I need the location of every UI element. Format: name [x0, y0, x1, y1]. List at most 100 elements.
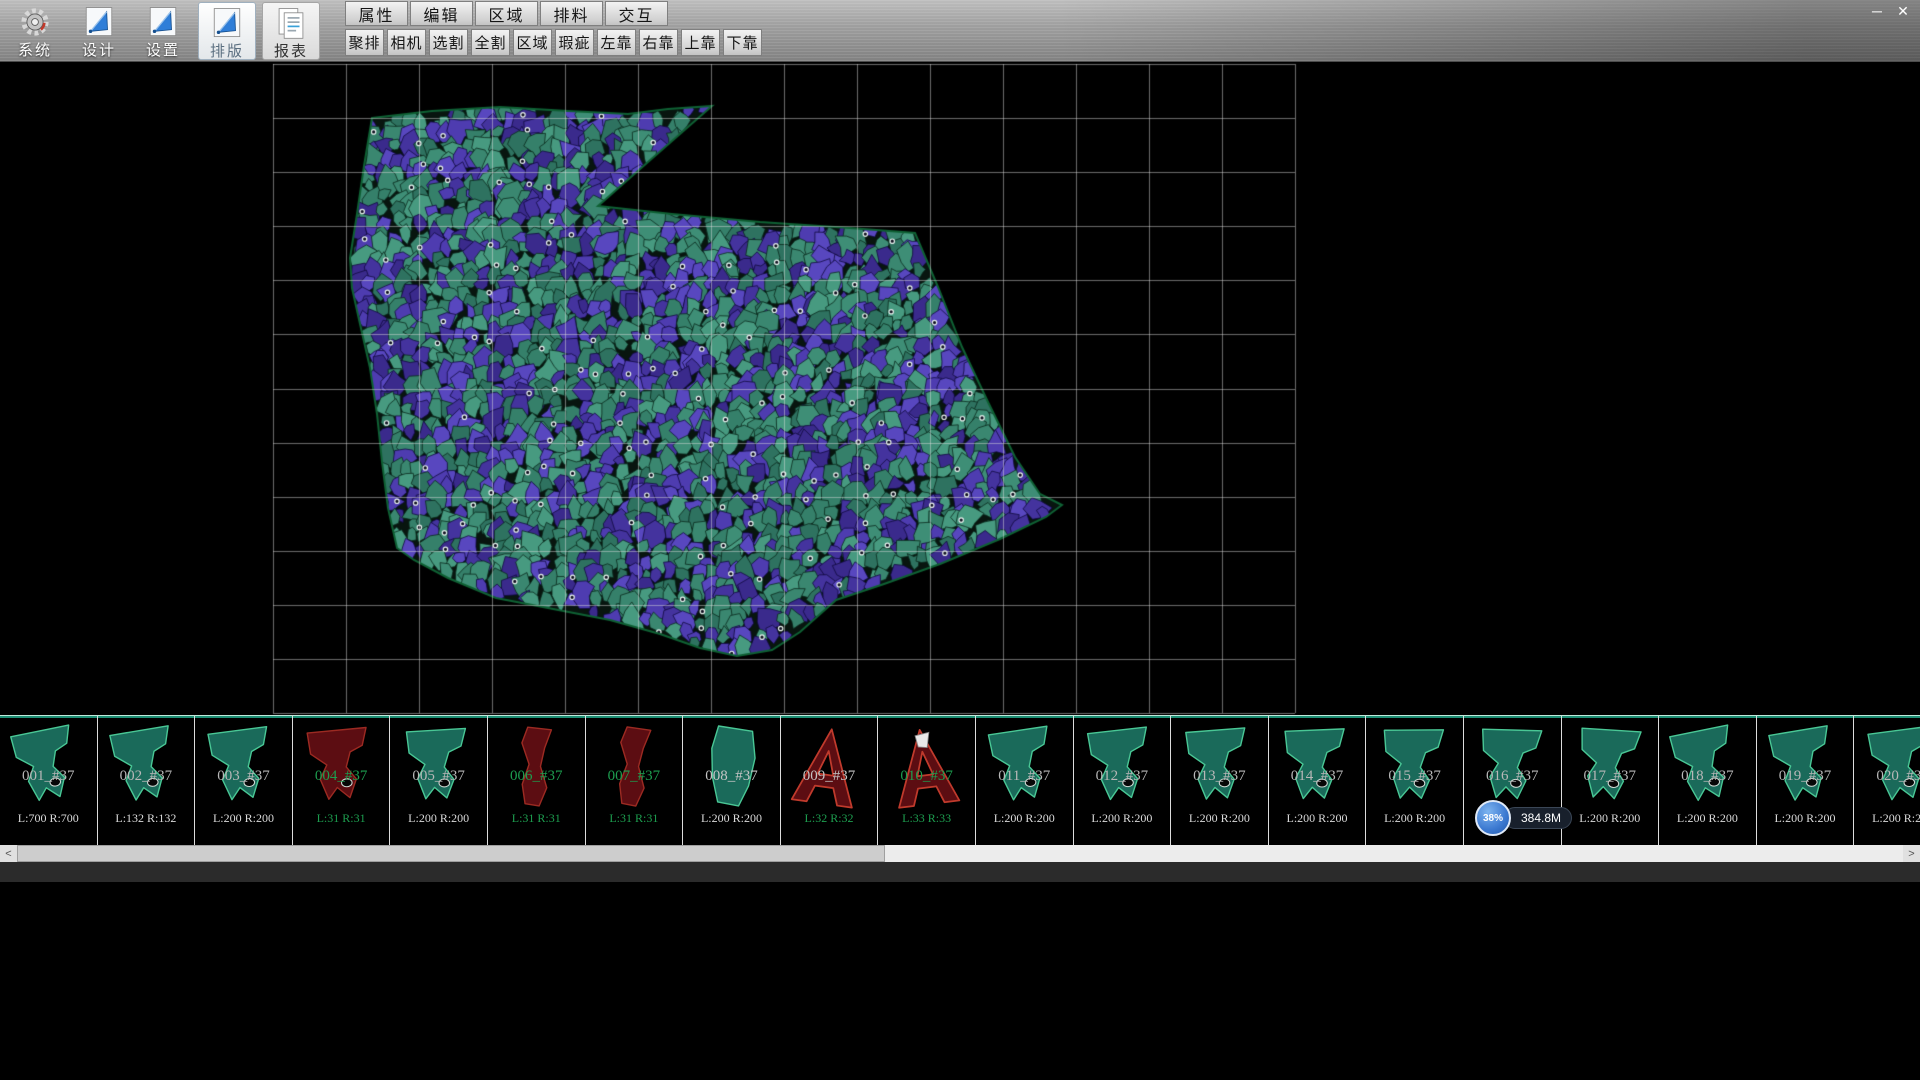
toolbar: 系统设计设置排版报表 属性编辑区域排料交互 聚排相机选割全割区域瑕疵左靠右靠上靠… [0, 0, 1920, 62]
app-button-report[interactable]: 报表 [262, 2, 320, 60]
thumbnail-001_#37[interactable]: 001_#37L:700 R:700 [0, 716, 98, 845]
tool-button-region[interactable]: 区域 [513, 29, 552, 56]
tool-button-camera[interactable]: 相机 [387, 29, 426, 56]
piece-label: 007_#37 [586, 768, 683, 785]
scroll-left-arrow[interactable]: < [0, 845, 17, 862]
piece-lr-values: L:200 R:200 [1757, 811, 1854, 826]
piece-lr-values: L:132 R:132 [98, 811, 195, 826]
nesting-canvas[interactable] [0, 62, 1920, 715]
piece-lr-values: L:200 R:200 [1562, 811, 1659, 826]
menu-tab-edit[interactable]: 编辑 [410, 1, 473, 26]
tool-button-cluster-nest[interactable]: 聚排 [345, 29, 384, 56]
piece-label: 003_#37 [195, 768, 292, 785]
app-button-design[interactable]: 设计 [70, 2, 128, 60]
window-controls: ─ ✕ [1864, 0, 1916, 22]
piece-label: 004_#37 [293, 768, 390, 785]
bottom-status-strip [0, 862, 1920, 882]
piece-lr-values: L:200 R:200 [1366, 811, 1463, 826]
thumbnail-009_#37[interactable]: 009_#37 L:32 R:32 [781, 716, 879, 845]
tool-button-align-right[interactable]: 右靠 [639, 29, 678, 56]
piece-lr-values: L:32 R:32 [781, 811, 878, 826]
thumbnail-005_#37[interactable]: 005_#37L:200 R:200 [390, 716, 488, 845]
tool-button-align-top[interactable]: 上靠 [681, 29, 720, 56]
horizontal-scrollbar: < > [0, 845, 1920, 862]
piece-label: 010_#37 [878, 768, 975, 785]
app-button-system[interactable]: 系统 [6, 2, 64, 60]
piece-label: 016_#37 [1464, 768, 1561, 785]
piece-lr-values: L:31 R:31 [488, 811, 585, 826]
menu-tab-nesting[interactable]: 排料 [540, 1, 603, 26]
settings-icon [146, 5, 180, 39]
piece-label: 006_#37 [488, 768, 585, 785]
close-button[interactable]: ✕ [1890, 0, 1916, 22]
app-button-layout[interactable]: 排版 [198, 2, 256, 60]
app-button-label: 设置 [146, 39, 180, 60]
canvas-area [0, 62, 1920, 715]
thumbnail-008_#37[interactable]: 008_#37L:200 R:200 [683, 716, 781, 845]
piece-lr-values: L:200 R:200 [1854, 811, 1920, 826]
report-icon [274, 6, 308, 40]
thumbnail-006_#37[interactable]: 006_#37 L:31 R:31 [488, 716, 586, 845]
thumbnail-002_#37[interactable]: 002_#37 L:132 R:132 [98, 716, 196, 845]
design-icon [82, 5, 116, 39]
thumbnail-012_#37[interactable]: 012_#37 L:200 R:200 [1074, 716, 1172, 845]
piece-lr-values: L:200 R:200 [683, 811, 780, 826]
tool-button-cut-all[interactable]: 全割 [471, 29, 510, 56]
thumbnail-019_#37[interactable]: 019_#37 L:200 R:200 [1757, 716, 1855, 845]
thumbnail-010_#37[interactable]: 010_#37 L:33 R:33 [878, 716, 976, 845]
app-button-label: 排版 [210, 40, 244, 61]
piece-lr-values: L:700 R:700 [0, 811, 97, 826]
tool-button-align-bottom[interactable]: 下靠 [723, 29, 762, 56]
thumbnail-011_#37[interactable]: 011_#37 L:200 R:200 [976, 716, 1074, 845]
piece-label: 020_#37 [1854, 768, 1920, 785]
thumbnail-017_#37[interactable]: 017_#37 L:200 R:200 [1562, 716, 1660, 845]
thumbnail-018_#37[interactable]: 018_#37L:200 R:200 [1659, 716, 1757, 845]
menu-tab-properties[interactable]: 属性 [345, 1, 408, 26]
piece-label: 014_#37 [1269, 768, 1366, 785]
tool-button-defect[interactable]: 瑕疵 [555, 29, 594, 56]
piece-label: 002_#37 [98, 768, 195, 785]
scroll-right-arrow[interactable]: > [1903, 845, 1920, 862]
app-buttons: 系统设计设置 排版 报表 [6, 2, 320, 60]
piece-lr-values: L:200 R:200 [1269, 811, 1366, 826]
piece-thumbnail-strip: 38% 384.8M 001_#37L:700 R:700002_#37 L:13… [0, 715, 1920, 845]
piece-lr-values: L:200 R:200 [976, 811, 1073, 826]
thumbnail-004_#37[interactable]: 004_#37 L:31 R:31 [293, 716, 391, 845]
application-window: 系统设计设置排版报表 属性编辑区域排料交互 聚排相机选割全割区域瑕疵左靠右靠上靠… [0, 0, 1920, 882]
piece-lr-values: L:31 R:31 [586, 811, 683, 826]
piece-lr-values: L:31 R:31 [293, 811, 390, 826]
piece-lr-values: L:200 R:200 [195, 811, 292, 826]
thumbnail-013_#37[interactable]: 013_#37L:200 R:200 [1171, 716, 1269, 845]
piece-label: 019_#37 [1757, 768, 1854, 785]
piece-lr-values: L:200 R:200 [1171, 811, 1268, 826]
piece-label: 017_#37 [1562, 768, 1659, 785]
thumbnail-014_#37[interactable]: 014_#37 L:200 R:200 [1269, 716, 1367, 845]
thumbnail-003_#37[interactable]: 003_#37 L:200 R:200 [195, 716, 293, 845]
tool-button-select-cut[interactable]: 选割 [429, 29, 468, 56]
tool-button-row: 聚排相机选割全割区域瑕疵左靠右靠上靠下靠 [345, 29, 762, 56]
gear-icon [18, 5, 52, 39]
memory-indicator: 384.8M [1504, 807, 1572, 829]
piece-label: 012_#37 [1074, 768, 1171, 785]
piece-label: 011_#37 [976, 768, 1073, 785]
piece-label: 009_#37 [781, 768, 878, 785]
scrollbar-thumb[interactable] [17, 845, 885, 862]
piece-lr-values: L:200 R:200 [1074, 811, 1171, 826]
piece-lr-values: L:33 R:33 [878, 811, 975, 826]
app-button-label: 系统 [18, 39, 52, 60]
tool-button-align-left[interactable]: 左靠 [597, 29, 636, 56]
thumbnail-020_#37[interactable]: 020_#37 L:200 R:200 [1854, 716, 1920, 845]
scrollbar-track[interactable] [17, 845, 1903, 862]
piece-label: 015_#37 [1366, 768, 1463, 785]
thumbnail-015_#37[interactable]: 015_#37 L:200 R:200 [1366, 716, 1464, 845]
menu-tab-region[interactable]: 区域 [475, 1, 538, 26]
progress-badge: 38% [1475, 800, 1511, 836]
app-button-settings[interactable]: 设置 [134, 2, 192, 60]
app-button-label: 报表 [274, 40, 308, 61]
menu-tab-interaction[interactable]: 交互 [605, 1, 668, 26]
minimize-button[interactable]: ─ [1864, 0, 1890, 22]
ribbon-menus: 属性编辑区域排料交互 聚排相机选割全割区域瑕疵左靠右靠上靠下靠 [345, 0, 762, 56]
thumbnail-007_#37[interactable]: 007_#37 L:31 R:31 [586, 716, 684, 845]
layout-icon [210, 6, 244, 40]
piece-label: 005_#37 [390, 768, 487, 785]
